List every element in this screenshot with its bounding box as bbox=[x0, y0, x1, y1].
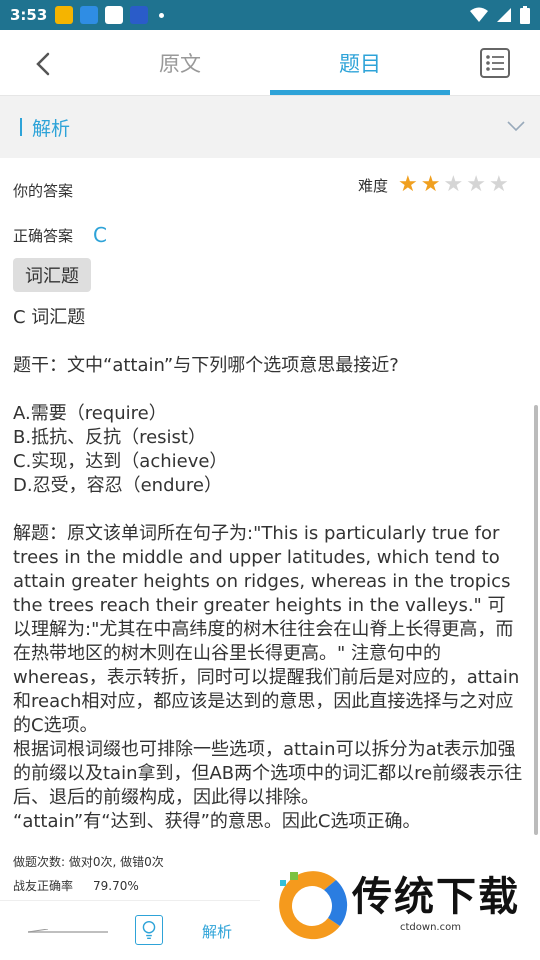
watermark: 传统下载 ctdown.com bbox=[260, 840, 540, 960]
watermark-logo-icon bbox=[279, 871, 348, 940]
difficulty-label: 难度 bbox=[358, 176, 389, 195]
news-notification-icon bbox=[105, 6, 124, 24]
star-icon: ★ bbox=[420, 172, 441, 197]
peer-accuracy-value: 79.70% bbox=[93, 879, 139, 893]
explanation-paragraph-2: 根据词根词缀也可排除一些选项，attain可以拆分为at表示加强的前缀以及tai… bbox=[13, 739, 523, 808]
lightbulb-icon[interactable] bbox=[135, 915, 163, 945]
star-icon: ★ bbox=[398, 172, 418, 197]
difficulty-stars: ★ ★ ★ ★ ★ bbox=[398, 174, 509, 196]
app2-notification-icon bbox=[130, 6, 149, 24]
section-marker bbox=[20, 118, 22, 136]
correct-answer-label: 正确答案 bbox=[13, 226, 74, 245]
question-type-line: C 词汇题 bbox=[13, 307, 86, 328]
more-notifications-icon bbox=[159, 12, 165, 18]
star-icon: ★ bbox=[466, 172, 486, 197]
tab-original-text[interactable]: 原文 bbox=[100, 30, 260, 96]
wifi-icon bbox=[470, 7, 488, 22]
option-c: C.实现，达到（achieve） bbox=[13, 451, 228, 472]
option-b: B.抵抗、反抗（resist） bbox=[13, 427, 206, 448]
explanation-paragraph-3: “attain”有“达到、获得”的意思。因此C选项正确。 bbox=[13, 811, 421, 832]
question-list-icon[interactable] bbox=[480, 48, 510, 78]
difficulty-rating: 难度 ★ ★ ★ ★ ★ bbox=[358, 174, 509, 196]
tab-questions[interactable]: 题目 bbox=[270, 30, 450, 96]
star-icon: ★ bbox=[488, 172, 509, 197]
download-notification-icon bbox=[80, 6, 99, 24]
app-notification-icon bbox=[55, 6, 74, 24]
explanation-paragraph-1: 解题：原文该单词所在句子为:"This is particularly true… bbox=[13, 523, 520, 736]
option-d: D.忍受，容忍（endure） bbox=[13, 475, 222, 496]
status-time: 3:53 bbox=[10, 6, 48, 24]
watermark-text: 传统下载 bbox=[352, 874, 520, 920]
explanation-text: C 词汇题 题干：文中“attain”与下列哪个选项意思最接近? A.需要（re… bbox=[13, 306, 523, 834]
chevron-down-icon[interactable] bbox=[506, 116, 526, 136]
active-tab-indicator bbox=[270, 90, 450, 95]
analysis-content: 你的答案 难度 ★ ★ ★ ★ ★ 正确答案 C 词汇题 C 词汇题 题干：文中“att… bbox=[0, 158, 540, 842]
peer-accuracy: 战友正确率 79.70% bbox=[13, 874, 164, 898]
top-nav: 原文 题目 bbox=[0, 30, 540, 96]
scrollbar[interactable] bbox=[534, 405, 538, 835]
peer-accuracy-label: 战友正确率 bbox=[13, 879, 74, 893]
status-right bbox=[470, 6, 530, 24]
star-icon: ★ bbox=[443, 172, 464, 197]
pen-icon[interactable] bbox=[28, 929, 108, 933]
answer-stats: 做题次数: 做对0次, 做错0次 战友正确率 79.70% bbox=[13, 850, 164, 898]
correct-answer-row: 正确答案 C bbox=[13, 223, 107, 247]
question-stem: 题干：文中“attain”与下列哪个选项意思最接近? bbox=[13, 355, 399, 376]
analysis-header[interactable]: 解析 bbox=[0, 96, 540, 158]
attempts-count: 做题次数: 做对0次, 做错0次 bbox=[13, 855, 164, 869]
your-answer-label: 你的答案 bbox=[13, 182, 74, 200]
status-bar: 3:53 bbox=[0, 0, 540, 30]
correct-answer-value: C bbox=[93, 223, 107, 247]
watermark-url: ctdown.com bbox=[400, 922, 461, 933]
analysis-button[interactable]: 解析 bbox=[202, 921, 232, 942]
back-arrow-icon[interactable] bbox=[30, 50, 58, 78]
question-type-tag: 词汇题 bbox=[13, 258, 91, 292]
battery-icon bbox=[520, 6, 530, 24]
signal-icon bbox=[497, 8, 511, 22]
option-a: A.需要（require） bbox=[13, 403, 167, 424]
analysis-title: 解析 bbox=[32, 117, 71, 140]
